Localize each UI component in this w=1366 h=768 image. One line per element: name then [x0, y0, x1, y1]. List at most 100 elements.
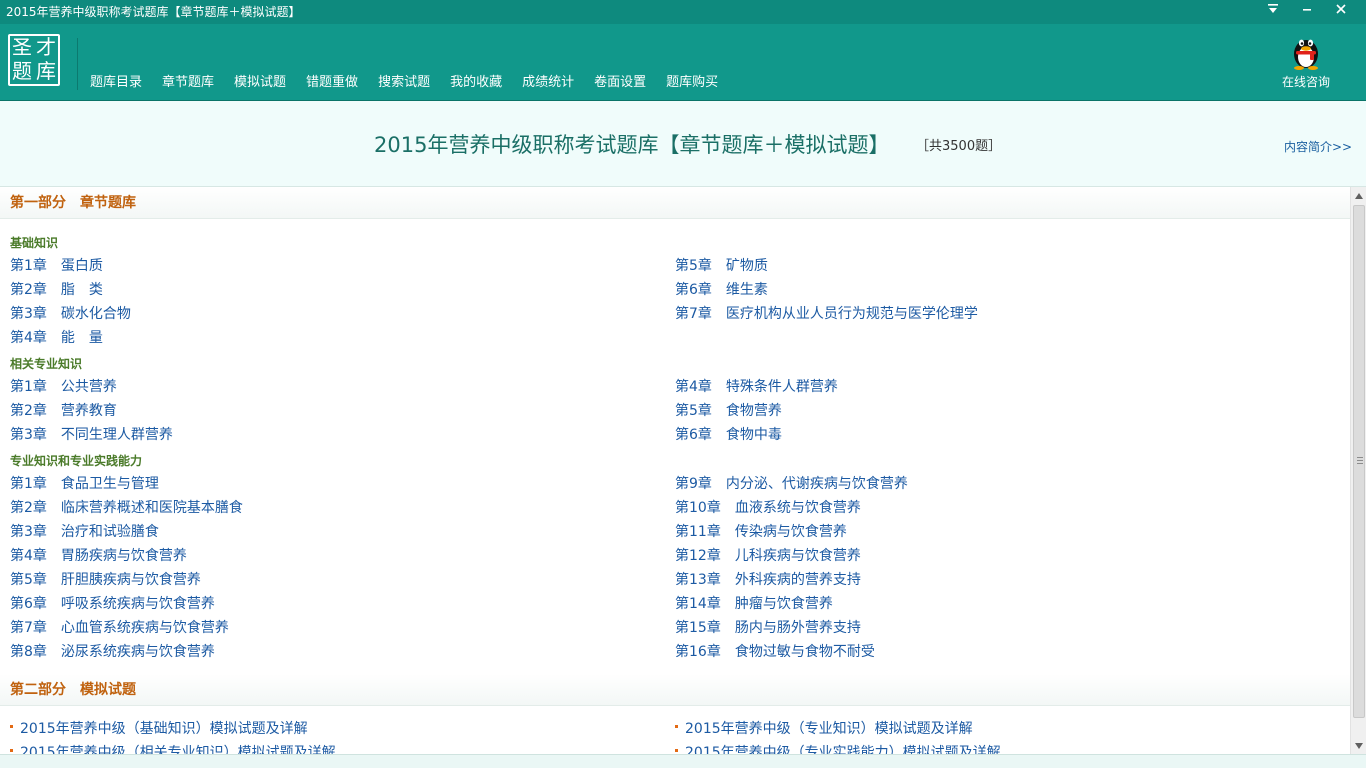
chapter-name: 公共营养	[60, 379, 117, 395]
chapter-link[interactable]: 第3章 治疗和试验膳食	[10, 523, 159, 541]
chapter-number: 第14章	[675, 596, 721, 612]
chapter-link[interactable]: 第10章 血液系统与饮食营养	[675, 499, 861, 517]
chapter-name: 内分泌、代谢疾病与饮食营养	[725, 476, 908, 492]
chapter-number: 第13章	[675, 572, 721, 588]
chapter-link[interactable]: 第1章 公共营养	[10, 378, 117, 396]
chapter-link[interactable]: 第12章 儿科疾病与饮食营养	[675, 547, 861, 565]
logo-char: 库	[36, 59, 56, 83]
bullet-icon	[10, 748, 13, 752]
chapter-link[interactable]: 第11章 传染病与饮食营养	[675, 523, 847, 541]
chapter-link[interactable]: 第5章 矿物质	[675, 257, 768, 275]
nav-item-search[interactable]: 搜索试题	[368, 74, 440, 92]
nav-item-redo-wrong[interactable]: 错题重做	[296, 74, 368, 92]
chapter-name: 脂 类	[60, 282, 103, 298]
mock-test-link[interactable]: 2015年营养中级（专业知识）模拟试题及详解	[675, 720, 973, 738]
nav-item-purchase[interactable]: 题库购买	[656, 74, 728, 92]
bullet-icon	[675, 724, 678, 728]
chapter-link[interactable]: 第6章 呼吸系统疾病与饮食营养	[10, 595, 215, 613]
logo-char: 圣	[12, 35, 32, 59]
scrollbar-thumb[interactable]	[1353, 205, 1365, 718]
chapter-name: 食物中毒	[725, 427, 782, 443]
chapter-link[interactable]: 第4章能 量	[10, 329, 103, 347]
part2-title: 第二部分 模拟试题	[10, 682, 136, 698]
chapter-name: 血液系统与饮食营养	[734, 500, 861, 516]
category-title: 相关专业知识	[10, 357, 83, 371]
chapter-number: 第6章	[675, 282, 712, 298]
scroll-down-arrow-icon[interactable]	[1351, 737, 1366, 754]
chapter-number: 第12章	[675, 548, 721, 564]
scroll-up-arrow-icon[interactable]	[1351, 187, 1366, 204]
chapter-name: 能 量	[60, 330, 103, 346]
chapter-link[interactable]: 第13章 外科疾病的营养支持	[675, 571, 861, 589]
mock-test-name: 2015年营养中级（专业实践能力）模拟试题及详解	[685, 745, 1001, 754]
vertical-scrollbar[interactable]	[1350, 187, 1366, 754]
part2-header: 第二部分 模拟试题	[0, 674, 1350, 706]
menu-icon[interactable]	[1256, 0, 1290, 18]
chapter-name: 医疗机构从业人员行为规范与医学伦理学	[725, 306, 978, 322]
chapter-name: 泌尿系统疾病与饮食营养	[60, 644, 215, 660]
chapter-number: 第5章	[675, 403, 712, 419]
chapter-number: 第6章	[10, 596, 47, 612]
chapter-name: 矿物质	[725, 258, 768, 274]
chapter-link[interactable]: 第8章 泌尿系统疾病与饮食营养	[10, 643, 215, 661]
chapter-link[interactable]: 第15章 肠内与肠外营养支持	[675, 619, 861, 637]
main-nav: 题库目录 章节题库 模拟试题 错题重做 搜索试题 我的收藏 成绩统计 卷面设置 …	[80, 74, 728, 92]
chapter-link[interactable]: 第9章 内分泌、代谢疾病与饮食营养	[675, 475, 908, 493]
chapter-link[interactable]: 第6章 维生素	[675, 281, 768, 299]
nav-item-favorites[interactable]: 我的收藏	[440, 74, 512, 92]
chapter-name: 食物营养	[725, 403, 782, 419]
chapter-link[interactable]: 第5章 食物营养	[675, 402, 782, 420]
chapter-name: 蛋白质	[60, 258, 103, 274]
chapter-number: 第8章	[10, 644, 47, 660]
chapter-link[interactable]: 第1章 蛋白质	[10, 257, 103, 275]
chapter-number: 第15章	[675, 620, 721, 636]
chapter-name: 食品卫生与管理	[60, 476, 159, 492]
question-count: ［共3500题］	[916, 139, 1002, 154]
mock-test-name: 2015年营养中级（专业知识）模拟试题及详解	[685, 721, 973, 737]
chapter-link[interactable]: 第5章 肝胆胰疾病与饮食营养	[10, 571, 201, 589]
chapter-link[interactable]: 第4章 特殊条件人群营养	[675, 378, 838, 396]
chapter-number: 第9章	[675, 476, 712, 492]
chapter-link[interactable]: 第6章 食物中毒	[675, 426, 782, 444]
mock-test-link[interactable]: 2015年营养中级（专业实践能力）模拟试题及详解	[675, 744, 1001, 754]
toolbar-divider	[77, 38, 78, 90]
chapter-link[interactable]: 第7章 医疗机构从业人员行为规范与医学伦理学	[675, 305, 978, 323]
chapter-number: 第2章	[10, 500, 47, 516]
chapter-number: 第1章	[10, 379, 47, 395]
chapter-link[interactable]: 第14章 肿瘤与饮食营养	[675, 595, 833, 613]
chapter-number: 第3章	[10, 524, 47, 540]
chapter-link[interactable]: 第2章 临床营养概述和医院基本膳食	[10, 499, 243, 517]
nav-item-stats[interactable]: 成绩统计	[512, 74, 584, 92]
content-intro-link[interactable]: 内容简介>>	[1284, 139, 1352, 155]
mock-test-name: 2015年营养中级（相关专业知识）模拟试题及详解	[20, 745, 336, 754]
chapter-link[interactable]: 第7章 心血管系统疾病与饮食营养	[10, 619, 229, 637]
online-consult-button[interactable]: 在线咨询	[1276, 32, 1336, 90]
nav-item-mock-tests[interactable]: 模拟试题	[224, 74, 296, 92]
app-logo: 圣 才 题 库	[8, 34, 60, 86]
minimize-icon[interactable]	[1290, 0, 1324, 18]
chapter-link[interactable]: 第2章 营养教育	[10, 402, 117, 420]
chapter-number: 第7章	[675, 306, 712, 322]
chapter-link[interactable]: 第1章 食品卫生与管理	[10, 475, 159, 493]
chapter-name: 维生素	[725, 282, 768, 298]
chapter-link[interactable]: 第3章 碳水化合物	[10, 305, 131, 323]
mock-test-link[interactable]: 2015年营养中级（基础知识）模拟试题及详解	[10, 720, 308, 738]
bullet-icon	[675, 748, 678, 752]
chapter-number: 第4章	[10, 548, 47, 564]
chapter-link[interactable]: 第16章 食物过敏与食物不耐受	[675, 643, 875, 661]
nav-item-chapters[interactable]: 章节题库	[152, 74, 224, 92]
chapter-name: 肠内与肠外营养支持	[734, 620, 861, 636]
chapter-name: 呼吸系统疾病与饮食营养	[60, 596, 215, 612]
chapter-link[interactable]: 第4章 胃肠疾病与饮食营养	[10, 547, 187, 565]
chapter-number: 第1章	[10, 258, 47, 274]
chapter-number: 第2章	[10, 282, 47, 298]
header-banner: 2015年营养中级职称考试题库【章节题库＋模拟试题】 ［共3500题］ 内容简介…	[0, 101, 1366, 187]
mock-test-link[interactable]: 2015年营养中级（相关专业知识）模拟试题及详解	[10, 744, 336, 754]
chapter-link[interactable]: 第3章 不同生理人群营养	[10, 426, 173, 444]
close-icon[interactable]	[1324, 0, 1358, 18]
nav-item-catalog[interactable]: 题库目录	[80, 74, 152, 92]
nav-item-paper-settings[interactable]: 卷面设置	[584, 74, 656, 92]
chapter-number: 第3章	[10, 427, 47, 443]
chapter-link[interactable]: 第2章脂 类	[10, 281, 103, 299]
chapter-number: 第4章	[10, 330, 47, 346]
